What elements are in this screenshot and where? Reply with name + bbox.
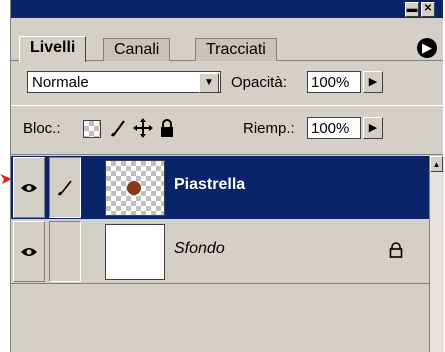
chevron-down-icon[interactable]: ▼	[199, 73, 219, 93]
minimize-button[interactable]: ▬	[405, 2, 419, 17]
lock-icon	[389, 242, 403, 258]
checker-icon[interactable]	[83, 120, 101, 138]
tab-livelli[interactable]: Livelli	[19, 36, 87, 62]
tab-bar: Livelli Canali Tracciati ▶	[11, 18, 443, 62]
move-icon[interactable]	[133, 118, 153, 138]
fill-slider-button[interactable]: ▶	[363, 117, 383, 139]
opacity-label: Opacità:	[231, 74, 287, 91]
layer-row-piastrella[interactable]: Piastrella	[11, 156, 429, 219]
tab-canali[interactable]: Canali	[103, 38, 171, 61]
blend-mode-select[interactable]: Normale ▼	[27, 71, 221, 93]
layers-palette: ▬ ✕ Livelli Canali Tracciati ▶ Normale ▼…	[10, 0, 444, 352]
layer-brush-indicator[interactable]	[49, 157, 81, 218]
layer-visibility-toggle[interactable]	[13, 157, 45, 218]
blend-row: Normale ▼ Opacità: 100% ▶	[11, 61, 443, 106]
palette-menu-button[interactable]: ▶	[417, 38, 437, 58]
palette-titlebar: ▬ ✕	[11, 0, 443, 18]
lock-icon[interactable]	[159, 118, 175, 138]
blend-mode-value: Normale	[32, 74, 89, 91]
tab-tracciati[interactable]: Tracciati	[195, 38, 277, 61]
close-button[interactable]: ✕	[421, 2, 435, 17]
layers-scrollbar[interactable]: ▲	[429, 156, 444, 352]
scroll-up-button[interactable]: ▲	[430, 156, 443, 172]
layer-row-sfondo[interactable]: Sfondo	[11, 220, 429, 284]
lock-row: Bloc.: Riemp.: 100% ▶	[11, 106, 443, 155]
fill-input[interactable]: 100%	[307, 117, 361, 139]
layer-thumbnail	[105, 224, 165, 280]
layer-thumbnail	[105, 160, 165, 216]
eye-icon	[21, 248, 37, 257]
opacity-input[interactable]: 100%	[307, 71, 361, 93]
tile-dot	[127, 181, 141, 195]
fill-label: Riemp.:	[243, 120, 295, 137]
lock-label: Bloc.:	[23, 120, 61, 137]
opacity-slider-button[interactable]: ▶	[363, 71, 383, 93]
layer-name[interactable]: Sfondo	[174, 240, 225, 258]
eye-icon	[21, 184, 37, 193]
layer-name[interactable]: Piastrella	[174, 176, 245, 194]
layer-link-slot[interactable]	[49, 221, 81, 282]
brush-icon	[58, 180, 72, 196]
layer-visibility-toggle[interactable]	[13, 221, 45, 282]
brush-icon[interactable]	[109, 118, 127, 138]
